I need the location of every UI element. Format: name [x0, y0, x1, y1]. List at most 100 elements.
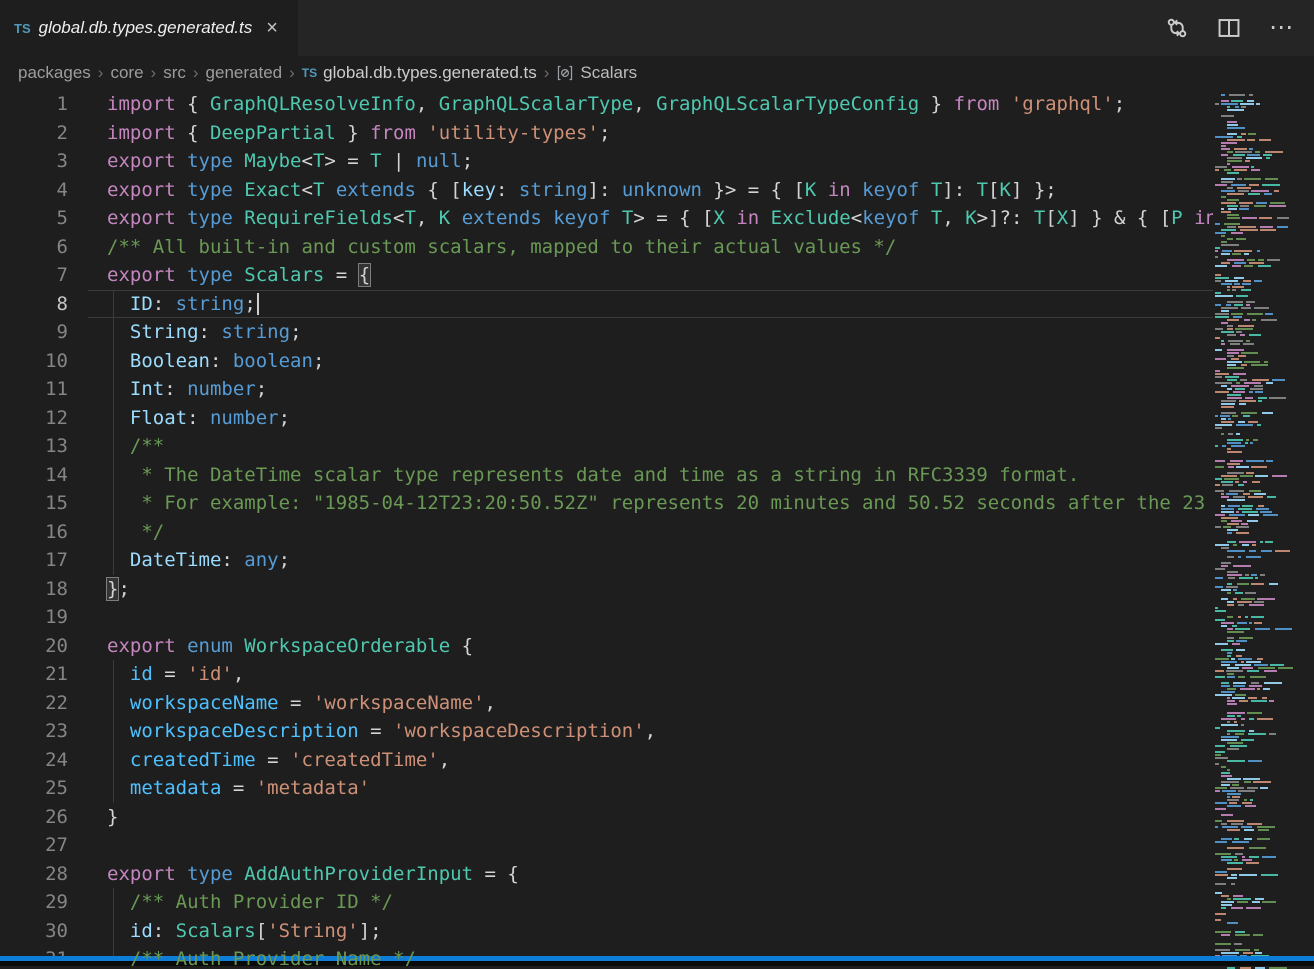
line-number[interactable]: 30: [0, 917, 68, 946]
code-text: id: Scalars['String'];: [68, 920, 382, 942]
line-number[interactable]: 21: [0, 660, 68, 689]
code-text: [68, 834, 107, 856]
breadcrumb-item[interactable]: packages: [18, 63, 91, 83]
line-number[interactable]: 4: [0, 176, 68, 205]
code-line[interactable]: 7export type Scalars = {: [0, 261, 1213, 290]
code-line[interactable]: 6/** All built-in and custom scalars, ma…: [0, 233, 1213, 262]
line-number[interactable]: 10: [0, 347, 68, 376]
open-changes-icon[interactable]: [1164, 15, 1190, 41]
line-number[interactable]: 22: [0, 689, 68, 718]
minimap[interactable]: [1213, 90, 1314, 969]
line-number[interactable]: 6: [0, 233, 68, 262]
code-text: }: [68, 806, 118, 828]
breadcrumb-item[interactable]: src: [163, 63, 186, 83]
line-number[interactable]: 3: [0, 147, 68, 176]
line-number[interactable]: 18: [0, 575, 68, 604]
line-number[interactable]: 20: [0, 632, 68, 661]
breadcrumb-separator: ›: [289, 63, 295, 82]
tab-global-db-types[interactable]: TS global.db.types.generated.ts ×: [0, 0, 298, 56]
code-line[interactable]: 21 id = 'id',: [0, 660, 1213, 689]
breadcrumb-item[interactable]: generated: [206, 63, 283, 83]
minimap-content: [1213, 93, 1314, 969]
code-line[interactable]: 8 ID: string;: [0, 290, 1213, 319]
line-number[interactable]: 28: [0, 860, 68, 889]
line-number[interactable]: 11: [0, 375, 68, 404]
breadcrumb-item-file[interactable]: TS global.db.types.generated.ts: [302, 63, 537, 83]
line-number[interactable]: 1: [0, 90, 68, 119]
code-line[interactable]: 29 /** Auth Provider ID */: [0, 888, 1213, 917]
code-line[interactable]: 3export type Maybe<T> = T | null;: [0, 147, 1213, 176]
line-number[interactable]: 8: [0, 290, 68, 319]
line-number[interactable]: 14: [0, 461, 68, 490]
code-line[interactable]: 26}: [0, 803, 1213, 832]
code-line[interactable]: 14 * The DateTime scalar type represents…: [0, 461, 1213, 490]
line-number[interactable]: 15: [0, 489, 68, 518]
code-line[interactable]: 16 */: [0, 518, 1213, 547]
code-line[interactable]: 1import { GraphQLResolveInfo, GraphQLSca…: [0, 90, 1213, 119]
breadcrumb-symbol-label: Scalars: [580, 63, 637, 83]
line-number[interactable]: 25: [0, 774, 68, 803]
code-line[interactable]: 20export enum WorkspaceOrderable {: [0, 632, 1213, 661]
split-editor-icon[interactable]: [1216, 15, 1242, 41]
line-number[interactable]: 24: [0, 746, 68, 775]
breadcrumb-item-symbol[interactable]: Scalars: [556, 63, 637, 83]
code-line[interactable]: 23 workspaceDescription = 'workspaceDesc…: [0, 717, 1213, 746]
tab-bar: TS global.db.types.generated.ts × ⋯: [0, 0, 1314, 56]
breadcrumb-separator: ›: [193, 63, 199, 82]
code-text: export type Exact<T extends { [key: stri…: [68, 179, 1057, 201]
code-line[interactable]: 19: [0, 603, 1213, 632]
breadcrumb-file-label: global.db.types.generated.ts: [323, 63, 537, 83]
line-number[interactable]: 29: [0, 888, 68, 917]
code-line[interactable]: 25 metadata = 'metadata': [0, 774, 1213, 803]
editor-actions: ⋯: [1164, 0, 1314, 56]
line-number[interactable]: 27: [0, 831, 68, 860]
code-line[interactable]: 9 String: string;: [0, 318, 1213, 347]
code-line[interactable]: 11 Int: number;: [0, 375, 1213, 404]
line-number[interactable]: 5: [0, 204, 68, 233]
line-number[interactable]: 9: [0, 318, 68, 347]
code-text: Int: number;: [68, 378, 267, 400]
code-text: metadata = 'metadata': [68, 777, 370, 799]
line-number[interactable]: 17: [0, 546, 68, 575]
code-text: String: string;: [68, 321, 302, 343]
code-text: [68, 606, 107, 628]
code-line[interactable]: 15 * For example: "1985-04-12T23:20:50.5…: [0, 489, 1213, 518]
line-number[interactable]: 12: [0, 404, 68, 433]
close-tab-icon[interactable]: ×: [266, 18, 278, 38]
line-number[interactable]: 7: [0, 261, 68, 290]
code-line[interactable]: 13 /**: [0, 432, 1213, 461]
more-actions-icon[interactable]: ⋯: [1268, 15, 1294, 41]
typescript-file-icon: TS: [302, 66, 317, 80]
code-text: export type RequireFields<T, K extends k…: [68, 207, 1213, 229]
code-text: /** Auth Provider ID */: [68, 891, 393, 913]
code-line[interactable]: 22 workspaceName = 'workspaceName',: [0, 689, 1213, 718]
breadcrumb-item[interactable]: core: [110, 63, 143, 83]
typescript-file-icon: TS: [14, 21, 31, 36]
code-text: Boolean: boolean;: [68, 350, 324, 372]
code-text: id = 'id',: [68, 663, 244, 685]
code-text: * For example: "1985-04-12T23:20:50.52Z"…: [68, 492, 1205, 514]
line-number[interactable]: 19: [0, 603, 68, 632]
code-line[interactable]: 27: [0, 831, 1213, 860]
code-area[interactable]: 1import { GraphQLResolveInfo, GraphQLSca…: [0, 90, 1213, 966]
code-line[interactable]: 24 createdTime = 'createdTime',: [0, 746, 1213, 775]
code-line[interactable]: 4export type Exact<T extends { [key: str…: [0, 176, 1213, 205]
breadcrumb-folders: packages›core›src›generated›: [18, 63, 302, 83]
line-number[interactable]: 26: [0, 803, 68, 832]
code-text: };: [68, 578, 130, 600]
code-text: * The DateTime scalar type represents da…: [68, 464, 1079, 486]
code-line[interactable]: 5export type RequireFields<T, K extends …: [0, 204, 1213, 233]
line-number[interactable]: 16: [0, 518, 68, 547]
code-line[interactable]: 18};: [0, 575, 1213, 604]
code-text: import { DeepPartial } from 'utility-typ…: [68, 122, 610, 144]
code-line[interactable]: 2import { DeepPartial } from 'utility-ty…: [0, 119, 1213, 148]
code-line[interactable]: 10 Boolean: boolean;: [0, 347, 1213, 376]
line-number[interactable]: 23: [0, 717, 68, 746]
code-line[interactable]: 28export type AddAuthProviderInput = {: [0, 860, 1213, 889]
code-line[interactable]: 30 id: Scalars['String'];: [0, 917, 1213, 946]
line-number[interactable]: 13: [0, 432, 68, 461]
code-line[interactable]: 17 DateTime: any;: [0, 546, 1213, 575]
line-number[interactable]: 2: [0, 119, 68, 148]
code-text: export enum WorkspaceOrderable {: [68, 635, 473, 657]
code-line[interactable]: 12 Float: number;: [0, 404, 1213, 433]
